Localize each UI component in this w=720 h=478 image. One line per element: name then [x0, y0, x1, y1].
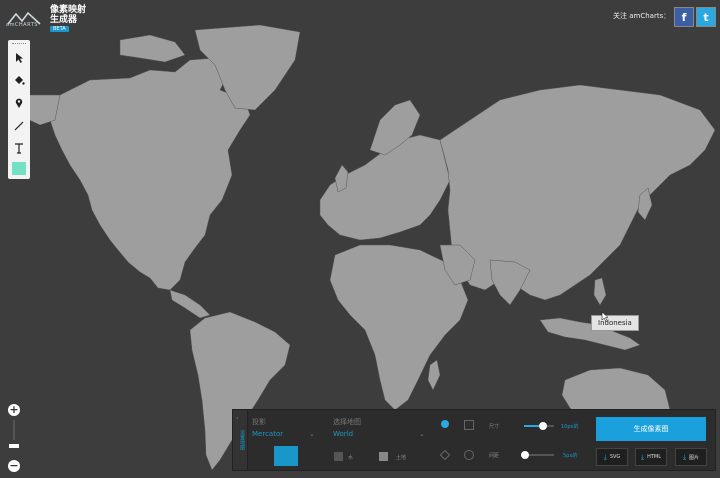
app-title-line1: 像素映射: [50, 5, 87, 15]
download-html-button[interactable]: ⤓ HTML: [635, 448, 667, 466]
text-icon[interactable]: [11, 140, 27, 156]
shape-square-radio[interactable]: [464, 420, 474, 430]
toolbox: [8, 40, 30, 179]
beta-badge: BETA: [50, 26, 69, 32]
spacing-slider-knob[interactable]: [521, 451, 529, 459]
philippines[interactable]: [593, 277, 607, 306]
app-title: 像素映射 生成器: [50, 5, 86, 25]
asia[interactable]: [439, 84, 716, 301]
follow-label: 关注 amCharts：: [613, 12, 671, 20]
html-label: HTML: [647, 454, 662, 460]
generate-button[interactable]: 生成像素图: [596, 417, 706, 441]
zoom-home-button[interactable]: [9, 444, 19, 448]
download-svg-button[interactable]: ⤓ SVG: [596, 448, 628, 466]
zoom-in-button[interactable]: +: [8, 404, 20, 416]
central-america[interactable]: [169, 289, 211, 319]
svg-label: SVG: [609, 454, 621, 460]
map-select[interactable]: World: [333, 430, 353, 438]
canadian-arctic-islands[interactable]: [119, 34, 186, 63]
top-bar: amCHARTS 像素映射 生成器 BETA 关注 amCharts： f t: [0, 0, 720, 36]
collapse-arrow-icon[interactable]: ‹: [236, 415, 238, 422]
chevron-down-icon[interactable]: ⌄: [419, 430, 425, 438]
twitter-icon[interactable]: t: [696, 7, 716, 27]
size-slider-knob[interactable]: [539, 422, 547, 430]
shape-hollow-circle-radio[interactable]: [464, 450, 474, 460]
india[interactable]: [489, 259, 531, 306]
map-label: 选择地图: [333, 418, 361, 426]
mini-map-thumbnail[interactable]: [274, 446, 298, 466]
toolbox-grip[interactable]: [12, 43, 26, 46]
world-map[interactable]: [0, 0, 720, 478]
panel-toggle[interactable]: ‹ 设置地图: [233, 410, 248, 470]
land-label: 土地: [396, 455, 407, 461]
download-image-button[interactable]: ⤓ 图片: [675, 448, 707, 466]
mouse-cursor-icon: [601, 312, 609, 322]
color-swatch[interactable]: [12, 162, 26, 175]
image-label: 图片: [689, 454, 700, 461]
line-icon[interactable]: [11, 118, 27, 134]
size-label: 尺寸: [489, 424, 500, 430]
app-title-line2: 生成器: [50, 15, 78, 25]
shape-diamond-icon[interactable]: [440, 450, 450, 460]
land-color-swatch[interactable]: [379, 452, 388, 461]
spacing-value: 5px的: [563, 453, 578, 459]
download-icon: ⤓: [682, 452, 687, 461]
download-icon: ⤓: [603, 452, 607, 461]
uk[interactable]: [334, 164, 349, 193]
pin-icon[interactable]: [11, 95, 27, 111]
spacing-label: 间距: [489, 453, 500, 459]
size-value: 10px的: [561, 424, 579, 430]
brand-name: amCHARTS: [6, 22, 38, 28]
facebook-icon[interactable]: f: [674, 7, 694, 27]
north-america[interactable]: [49, 57, 251, 291]
projection-select[interactable]: Mercator: [252, 430, 283, 438]
fill-icon[interactable]: [11, 72, 27, 88]
water-color-swatch[interactable]: [334, 452, 343, 461]
zoom-out-button[interactable]: −: [8, 460, 20, 472]
country-tooltip: Indonesia: [591, 315, 639, 331]
arrow-icon[interactable]: [11, 50, 27, 66]
shape-circle-radio[interactable]: [441, 420, 449, 428]
water-label: 水: [348, 455, 354, 461]
panel-tab-label: 设置地图: [239, 430, 245, 450]
download-icon: ⤓: [640, 452, 645, 461]
chevron-down-icon[interactable]: ⌄: [309, 430, 315, 438]
zoom-slider-track[interactable]: [13, 420, 15, 440]
madagascar[interactable]: [427, 359, 441, 391]
projection-label: 投影: [252, 418, 266, 426]
